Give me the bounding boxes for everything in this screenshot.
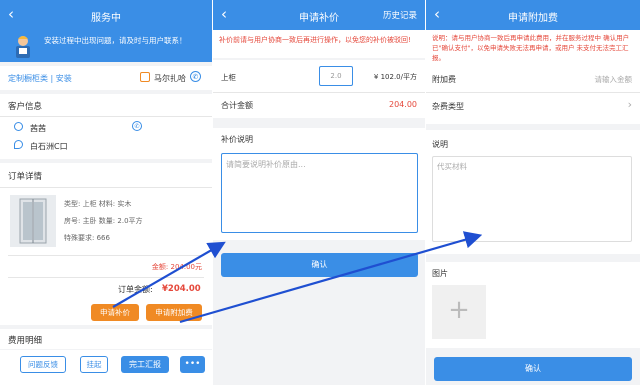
image-title: 图片 [432, 269, 448, 278]
nav-bar: ‹ 申请附加费 [426, 0, 640, 30]
reprice-panel: ‹ 申请补价 历史记录 补价前请与用户协商一致后再进行操作，以免您的补价被驳回!… [213, 0, 425, 385]
add-image-icon[interactable]: + [432, 285, 486, 339]
description-card: 说明 代买材料 [426, 130, 640, 254]
phone-icon[interactable]: ✆ [190, 71, 201, 82]
item-label: 上柜 [221, 73, 236, 82]
reason-textarea[interactable]: 请简要说明补价原由... [221, 153, 418, 233]
order-card: 订单详情 类型: 上柜 材料: 实木 房号: 主卧 数量: 2.0平方 特殊要求… [0, 163, 212, 325]
chevron-right-icon[interactable]: › [628, 98, 632, 111]
total-label: 订单金额: [118, 285, 153, 294]
fee-type-label: 杂费类型 [432, 102, 464, 111]
worker-icon [10, 34, 36, 60]
fee-form: 附加费 请输入金额 杂费类型 › [426, 66, 640, 124]
order-special: 特殊要求: 666 [64, 234, 110, 242]
image-card: 图片 + [426, 262, 640, 348]
reason-placeholder: 请简要说明补价原由... [226, 160, 306, 169]
description-title: 说明 [432, 140, 448, 149]
confirm-button[interactable]: 确认 [434, 357, 632, 381]
order-section-title: 订单详情 [8, 172, 43, 182]
bottom-action-bar: 问题反馈 挂起 完工汇报 ••• [0, 350, 212, 385]
amount-label: 金额: 204.00元 [151, 263, 202, 271]
service-panel: ‹ 服务中 安装过程中出现问题，请及时与用户联系！ 定制橱柜类 | 安装 马尔扎… [0, 0, 212, 385]
reason-title: 补价说明 [221, 135, 253, 144]
fee-label: 附加费 [432, 75, 456, 84]
extra-fee-panel: ‹ 申请附加费 说明：请与用户协商一致后再申请此费用，并在服务过程中 确认用户已… [426, 0, 640, 385]
extra-fee-button[interactable]: 申请附加费 [146, 304, 202, 321]
page-title: 服务中 [91, 13, 121, 24]
user-icon [14, 122, 23, 131]
total-label: 合计金额 [221, 101, 253, 110]
description-placeholder: 代买材料 [437, 162, 467, 171]
fee-section-title: 费用明细 [8, 336, 43, 346]
nav-bar: ‹ 服务中 [0, 0, 212, 30]
notice-text: 说明：请与用户协商一致后再申请此费用，并在服务过程中 确认用户已"确认支付"，以… [432, 34, 630, 62]
fee-card: 费用明细 [0, 329, 212, 349]
order-room: 房号: 主卧 数量: 2.0平方 [64, 217, 143, 225]
more-button[interactable]: ••• [180, 356, 205, 373]
location-label: 马尔扎哈 [154, 74, 186, 83]
history-link[interactable]: 历史记录 [383, 9, 417, 21]
page-title: 申请附加费 [508, 13, 558, 24]
reprice-notice: 补价前请与用户协商一致后再进行操作，以免您的补价被驳回! [213, 30, 425, 58]
feedback-button[interactable]: 问题反馈 [20, 356, 66, 373]
customer-card: 客户信息 茜茜 ✆ 白石洲C口 [0, 94, 212, 159]
phone-icon[interactable]: ✆ [132, 121, 142, 131]
category-label: 定制橱柜类 | 安装 [8, 74, 72, 83]
item-price: ¥ 102.0/平方 [373, 73, 417, 81]
extra-fee-notice: 说明：请与用户协商一致后再申请此费用，并在服务过程中 确认用户已"确认支付"，以… [426, 30, 640, 66]
item-card: 上柜 2.0 ¥ 102.0/平方 合计金额 204.00 [213, 60, 425, 118]
store-icon [140, 72, 150, 82]
notice-banner: 安装过程中出现问题，请及时与用户联系！ [0, 30, 212, 62]
confirm-button[interactable]: 确认 [221, 253, 418, 277]
notice-text: 补价前请与用户协商一致后再进行操作，以免您的补价被驳回! [219, 36, 411, 44]
banner-text: 安装过程中出现问题，请及时与用户联系！ [44, 36, 187, 45]
suspend-button[interactable]: 挂起 [80, 356, 108, 373]
complete-report-button[interactable]: 完工汇报 [121, 356, 169, 373]
category-row: 定制橱柜类 | 安装 马尔扎哈 ✆ [0, 66, 212, 90]
customer-name: 茜茜 [30, 124, 46, 133]
nav-bar: ‹ 申请补价 历史记录 [213, 0, 425, 30]
customer-address: 白石洲C口 [30, 142, 68, 151]
description-textarea[interactable]: 代买材料 [432, 156, 632, 242]
total-value: ¥204.00 [162, 284, 201, 294]
product-image [10, 195, 56, 247]
location-icon [14, 140, 23, 149]
fee-input[interactable]: 请输入金额 [595, 74, 633, 85]
order-type: 类型: 上柜 材料: 实木 [64, 200, 132, 208]
reprice-button[interactable]: 申请补价 [91, 304, 139, 321]
customer-section-title: 客户信息 [8, 102, 43, 112]
reason-card: 补价说明 请简要说明补价原由... [213, 128, 425, 240]
total-value: 204.00 [389, 100, 417, 109]
quantity-input[interactable]: 2.0 [319, 66, 353, 86]
